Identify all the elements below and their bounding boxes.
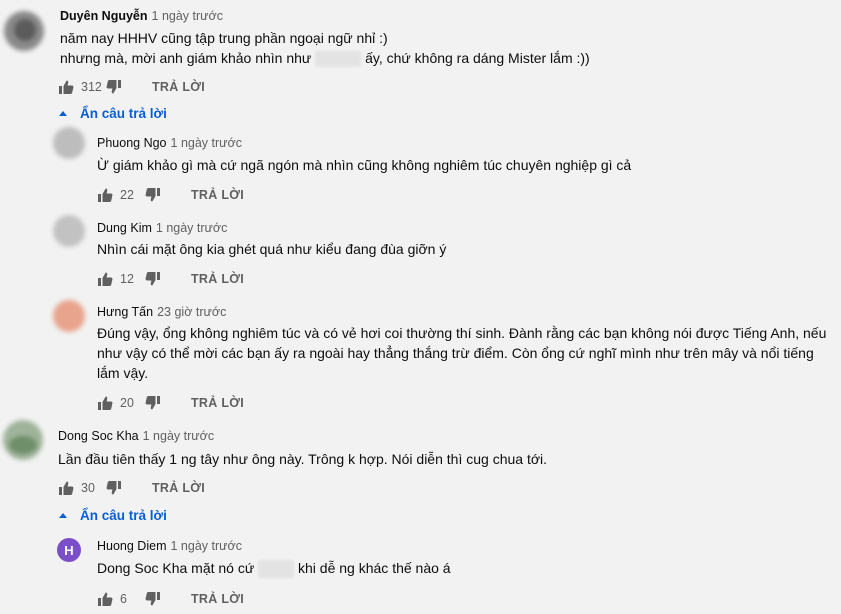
- thumbs-down-icon[interactable]: [145, 187, 161, 203]
- thumbs-up-icon[interactable]: [58, 79, 74, 95]
- chevron-up-icon: [59, 111, 67, 116]
- comment-meta: Dung Kim 1 ngày trước: [97, 220, 227, 236]
- comment-time[interactable]: 1 ngày trước: [171, 136, 242, 150]
- like-count: 20: [120, 396, 134, 410]
- thumbs-up-icon[interactable]: [58, 480, 74, 496]
- comment-text-line: lắm vậy.: [97, 365, 149, 381]
- reply-button[interactable]: TRẢ LỜI: [152, 80, 205, 94]
- comment-actions: 22 TRẢ LỜI: [97, 186, 244, 204]
- comment-text-line: Đúng vậy, ổng không nghiêm túc và có vẻ …: [97, 325, 827, 341]
- comment-meta: Duyên Nguyễn 1 ngày trước: [60, 8, 223, 24]
- comment-text-part: nhưng mà, mời anh giám khảo nhìn như: [60, 50, 312, 66]
- comment-text-line: Ừ giám khảo gì mà cứ ngã ngón mà nhìn cũ…: [97, 157, 632, 173]
- comment-author[interactable]: Dung Kim: [97, 221, 152, 235]
- comment-actions: 312 TRẢ LỜI: [58, 78, 205, 96]
- like-count: 6: [120, 592, 127, 606]
- comment-author[interactable]: Phuong Ngo: [97, 136, 167, 150]
- thumbs-down-icon[interactable]: [106, 79, 122, 95]
- comment-text-line: Lần đầu tiên thấy 1 ng tây như ông này. …: [58, 451, 548, 467]
- reply-button[interactable]: TRẢ LỜI: [152, 481, 205, 495]
- comment-author[interactable]: Huong Diem: [97, 539, 166, 553]
- hide-replies-toggle[interactable]: Ẩn câu trả lời: [59, 508, 167, 523]
- comment-meta: Phuong Ngo 1 ngày trước: [97, 135, 242, 151]
- comment-text: Ừ giám khảo gì mà cứ ngã ngón mà nhìn cũ…: [97, 155, 631, 175]
- reply-button[interactable]: TRẢ LỜI: [191, 272, 244, 286]
- comment-time[interactable]: 23 giờ trước: [157, 305, 226, 319]
- hide-replies-label: Ẩn câu trả lời: [80, 106, 167, 121]
- thumbs-down-icon[interactable]: [145, 591, 161, 607]
- like-count: 312: [81, 80, 102, 94]
- thumbs-down-icon[interactable]: [145, 395, 161, 411]
- comment-text-line: năm nay HHHV cũng tập trung phần ngoại n…: [60, 30, 388, 46]
- like-count: 22: [120, 188, 134, 202]
- avatar-letter: H: [64, 542, 74, 558]
- comment-time[interactable]: 1 ngày trước: [143, 429, 214, 443]
- thumbs-down-icon[interactable]: [106, 480, 122, 496]
- avatar[interactable]: [53, 300, 85, 332]
- comment-text-line: nhưng mà, mời anh giám khảo nhìn như ấy,…: [60, 48, 590, 68]
- comment-text: Đúng vậy, ổng không nghiêm túc và có vẻ …: [97, 323, 826, 383]
- comment-meta: Huong Diem 1 ngày trước: [97, 538, 242, 554]
- comment-meta: Dong Soc Kha 1 ngày trước: [58, 428, 214, 444]
- comment-time[interactable]: 1 ngày trước: [156, 221, 227, 235]
- comment-text-part: Dong Soc Kha mặt nó cứ: [97, 560, 255, 576]
- comment-actions: 6 TRẢ LỜI: [97, 590, 244, 608]
- comment-time[interactable]: 1 ngày trước: [152, 9, 223, 23]
- comment-actions: 20 TRẢ LỜI: [97, 394, 244, 412]
- comment-author[interactable]: Dong Soc Kha: [58, 429, 139, 443]
- comment-text-part: ấy, chứ không ra dáng Mister lắm :)): [365, 50, 590, 66]
- comment-author[interactable]: Duyên Nguyễn: [60, 9, 148, 23]
- comment-text-part: khi dễ ng khác thế nào á: [298, 560, 451, 576]
- comment-text-line: như vậy có thể mời các bạn ấy ra ngoài h…: [97, 345, 814, 361]
- comment-author[interactable]: Hưng Tấn: [97, 305, 153, 319]
- avatar[interactable]: [53, 127, 85, 159]
- thumbs-down-icon[interactable]: [145, 271, 161, 287]
- comment-text: Dong Soc Kha mặt nó cứ khi dễ ng khác th…: [97, 558, 451, 579]
- chevron-up-icon: [59, 513, 67, 518]
- avatar[interactable]: [4, 11, 44, 51]
- comment-text: Lần đầu tiên thấy 1 ng tây như ông này. …: [58, 449, 547, 469]
- comment-text: năm nay HHHV cũng tập trung phần ngoại n…: [60, 28, 590, 68]
- comment-time[interactable]: 1 ngày trước: [170, 539, 241, 553]
- reply-button[interactable]: TRẢ LỜI: [191, 396, 244, 410]
- blurred-word: [258, 560, 295, 579]
- comment-text-line: Dong Soc Kha mặt nó cứ khi dễ ng khác th…: [97, 558, 451, 579]
- thumbs-up-icon[interactable]: [97, 395, 113, 411]
- comment-meta: Hưng Tấn 23 giờ trước: [97, 304, 226, 320]
- reply-button[interactable]: TRẢ LỜI: [191, 188, 244, 202]
- thumbs-up-icon[interactable]: [97, 271, 113, 287]
- comment-actions: 12 TRẢ LỜI: [97, 270, 244, 288]
- hide-replies-label: Ẩn câu trả lời: [80, 508, 167, 523]
- blurred-word: [315, 51, 362, 68]
- avatar[interactable]: [3, 420, 43, 460]
- like-count: 30: [81, 481, 95, 495]
- comment-text-line: Nhìn cái mặt ông kia ghét quá như kiểu đ…: [97, 241, 447, 257]
- avatar[interactable]: H: [57, 538, 81, 562]
- thumbs-up-icon[interactable]: [97, 591, 113, 607]
- hide-replies-toggle[interactable]: Ẩn câu trả lời: [59, 106, 167, 121]
- comment-text: Nhìn cái mặt ông kia ghét quá như kiểu đ…: [97, 239, 446, 259]
- avatar[interactable]: [53, 215, 85, 247]
- like-count: 12: [120, 272, 134, 286]
- comment-actions: 30 TRẢ LỜI: [58, 479, 205, 497]
- reply-button[interactable]: TRẢ LỜI: [191, 592, 244, 606]
- thumbs-up-icon[interactable]: [97, 187, 113, 203]
